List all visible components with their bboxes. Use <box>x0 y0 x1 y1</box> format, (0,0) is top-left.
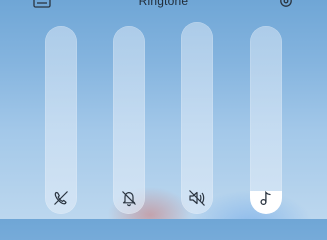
media-volume-slider[interactable] <box>181 22 213 214</box>
notification-volume-slider[interactable] <box>113 26 145 214</box>
ringtone-volume-slider[interactable] <box>250 26 282 214</box>
speaker-muted-icon[interactable] <box>187 188 207 208</box>
music-note-icon[interactable] <box>256 188 276 208</box>
call-volume-slider[interactable] <box>45 26 77 214</box>
top-bar: Ringtone <box>0 0 327 12</box>
phone-muted-icon[interactable] <box>51 188 71 208</box>
bell-muted-icon[interactable] <box>119 188 139 208</box>
settings-gear-icon[interactable] <box>277 0 295 10</box>
